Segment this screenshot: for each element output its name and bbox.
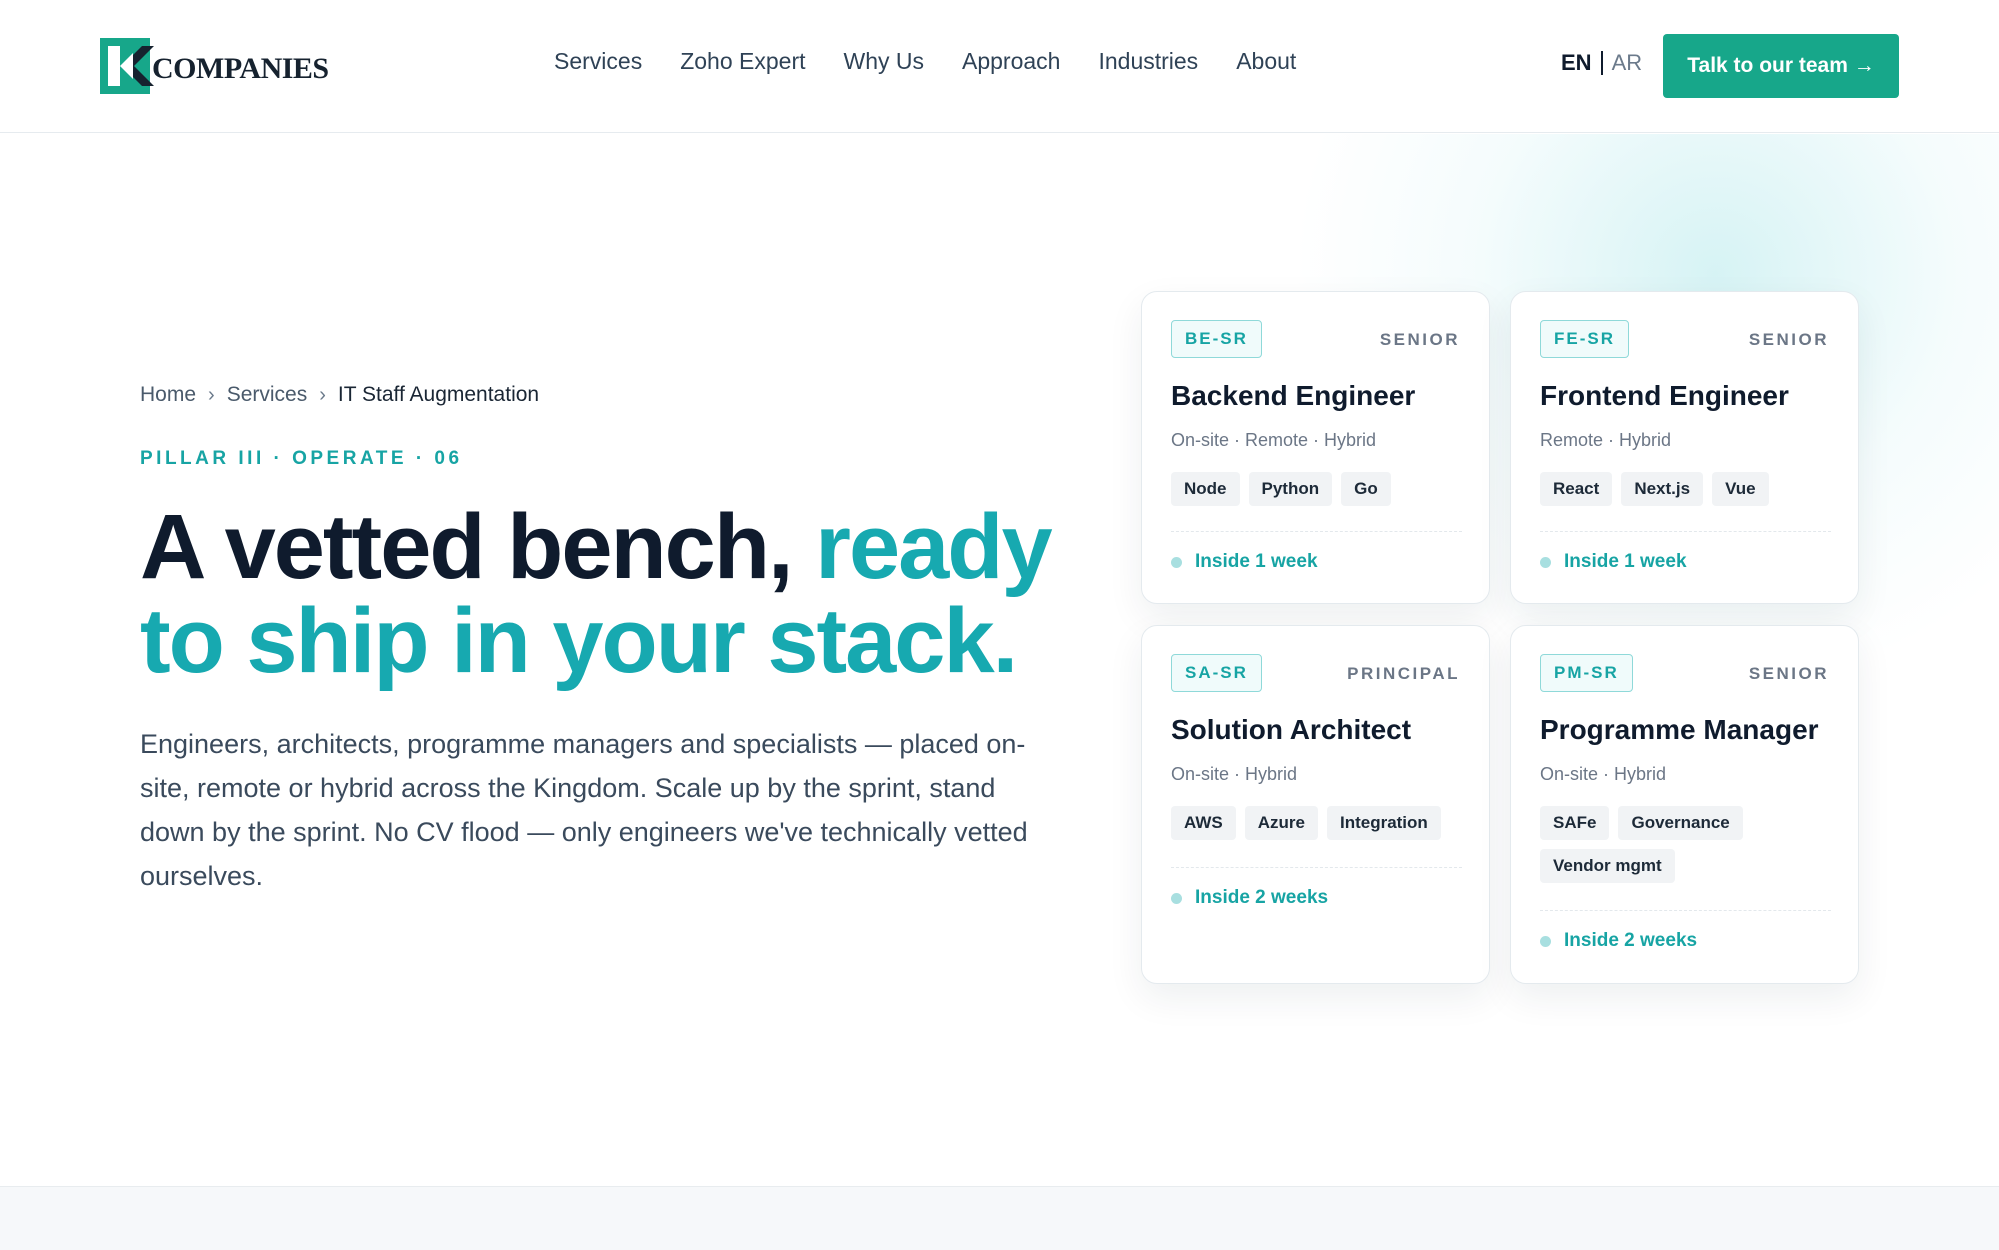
nav-item-zoho-expert[interactable]: Zoho Expert [680, 48, 805, 75]
company-logo[interactable]: COMPANIES [100, 37, 329, 95]
skill-tag: Go [1341, 472, 1391, 506]
skill-tag: Governance [1618, 806, 1743, 840]
lang-ar-option[interactable]: AR [1612, 50, 1643, 76]
hero-kicker: PILLAR III · OPERATE · 06 [140, 448, 463, 469]
role-availability: Inside 2 weeks [1540, 930, 1697, 952]
card-divider [1540, 531, 1831, 532]
role-title: Backend Engineer [1171, 380, 1416, 411]
role-code-badge: BE-SR [1171, 320, 1262, 358]
headline-plain: A vetted bench, [140, 496, 816, 598]
role-eta: Inside 2 weeks [1564, 930, 1698, 951]
hero-headline: A vetted bench, ready to ship in your st… [140, 500, 1080, 688]
nav-item-why-us[interactable]: Why Us [844, 48, 925, 75]
role-card-programme-manager[interactable]: PM-SR SENIOR Programme Manager On-site ·… [1510, 625, 1859, 984]
role-skill-tags: AWS Azure Integration [1171, 806, 1463, 840]
breadcrumb-home[interactable]: Home [140, 383, 196, 407]
language-switcher: EN AR [1561, 50, 1642, 76]
lang-en-option[interactable]: EN [1561, 50, 1592, 76]
role-level: SENIOR [1379, 330, 1460, 349]
role-availability: Inside 1 week [1540, 551, 1687, 573]
skill-tag: Vue [1712, 472, 1769, 506]
role-availability: Inside 1 week [1171, 551, 1318, 573]
role-availability: Inside 2 weeks [1171, 887, 1328, 909]
nav-item-industries[interactable]: Industries [1098, 48, 1198, 75]
skill-tag: SAFe [1540, 806, 1610, 840]
role-work-modes: Remote · Hybrid [1540, 430, 1672, 450]
skill-tag: Node [1171, 472, 1240, 506]
role-work-modes: On-site · Hybrid [1540, 764, 1667, 784]
card-divider [1540, 910, 1831, 911]
lang-divider [1600, 51, 1603, 75]
skill-tag: AWS [1171, 806, 1236, 840]
chevron-right-icon: › [319, 383, 326, 406]
status-dot-icon [1171, 892, 1182, 904]
role-card-frontend[interactable]: FE-SR SENIOR Frontend Engineer Remote · … [1510, 291, 1859, 604]
skill-tag: React [1540, 472, 1613, 506]
role-level: SENIOR [1748, 664, 1829, 683]
skill-tag: Vendor mgmt [1540, 849, 1675, 883]
nav-item-services[interactable]: Services [554, 48, 642, 75]
role-title: Solution Architect [1171, 714, 1412, 745]
logo-k-icon [100, 38, 154, 94]
role-title: Frontend Engineer [1540, 380, 1789, 411]
card-divider [1171, 867, 1462, 868]
role-skill-tags: Node Python Go [1171, 472, 1463, 506]
role-code-badge: PM-SR [1540, 654, 1633, 692]
role-level: PRINCIPAL [1347, 664, 1460, 683]
card-divider [1171, 531, 1462, 532]
skill-tag: Integration [1326, 806, 1441, 840]
role-eta: Inside 2 weeks [1195, 887, 1329, 908]
nav-item-approach[interactable]: Approach [962, 48, 1060, 75]
breadcrumb-current: IT Staff Augmentation [337, 383, 540, 406]
status-dot-icon [1540, 556, 1551, 568]
talk-to-team-button[interactable]: Talk to our team → [1663, 34, 1899, 98]
main-nav: Services Zoho Expert Why Us Approach Ind… [554, 48, 1296, 75]
role-eta: Inside 1 week [1564, 551, 1687, 572]
site-header: COMPANIES Services Zoho Expert Why Us Ap… [0, 0, 1999, 133]
role-code-badge: FE-SR [1540, 320, 1629, 358]
status-dot-icon [1171, 556, 1182, 568]
breadcrumb-services[interactable]: Services [227, 383, 308, 407]
breadcrumb: Home › Services › IT Staff Augmentation [140, 383, 539, 407]
role-eta: Inside 1 week [1195, 551, 1318, 572]
role-card-backend[interactable]: BE-SR SENIOR Backend Engineer On-site · … [1141, 291, 1490, 604]
role-skill-tags: SAFe Governance Vendor mgmt [1540, 806, 1832, 883]
role-code-badge: SA-SR [1171, 654, 1262, 692]
role-level: SENIOR [1748, 330, 1829, 349]
role-card-solution-architect[interactable]: SA-SR PRINCIPAL Solution Architect On-si… [1141, 625, 1490, 984]
skill-tag: Python [1248, 472, 1333, 506]
role-title: Programme Manager [1540, 714, 1819, 745]
role-skill-tags: React Next.js Vue [1540, 472, 1832, 506]
nav-item-about[interactable]: About [1236, 48, 1296, 75]
role-work-modes: On-site · Hybrid [1171, 764, 1298, 784]
role-work-modes: On-site · Remote · Hybrid [1171, 430, 1377, 450]
next-section-strip [0, 1186, 1999, 1250]
logo-wordmark: COMPANIES [152, 52, 329, 85]
skill-tag: Azure [1244, 806, 1318, 840]
skill-tag: Next.js [1621, 472, 1704, 506]
chevron-right-icon: › [208, 383, 215, 406]
status-dot-icon [1540, 935, 1551, 947]
hero-lead: Engineers, architects, programme manager… [140, 729, 1028, 891]
